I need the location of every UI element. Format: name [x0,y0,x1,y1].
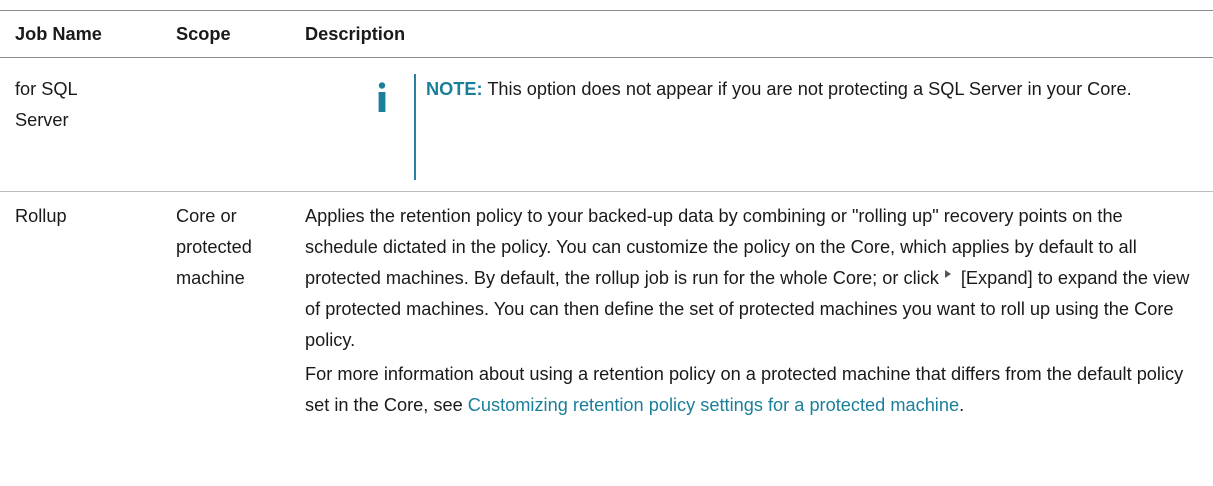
row2-job-name: Rollup [15,206,67,226]
note-divider-bar [414,74,416,180]
header-job-name: Job Name [15,24,102,44]
header-rule [0,57,1213,58]
customizing-retention-policy-link[interactable]: Customizing retention policy settings fo… [468,395,959,415]
row1-job-name: for SQL Server [15,79,77,130]
note-body: This option does not appear if you are n… [482,79,1132,99]
description-text-2b: . [959,395,965,415]
row2-description: Applies the retention policy to your bac… [305,201,1195,421]
header-description: Description [305,24,406,44]
row2-scope: Core or protected machine [176,206,252,288]
description-paragraph-2: For more information about using a reten… [305,359,1195,421]
note-label: NOTE: [426,79,483,99]
description-paragraph-1: Applies the retention policy to your bac… [305,201,1195,356]
header-scope: Scope [176,24,231,44]
info-icon [378,82,386,112]
row-separator [0,191,1213,192]
note-text: NOTE: This option does not appear if you… [426,74,1186,105]
table-top-rule [0,10,1213,11]
expand-triangle-icon [944,270,951,278]
